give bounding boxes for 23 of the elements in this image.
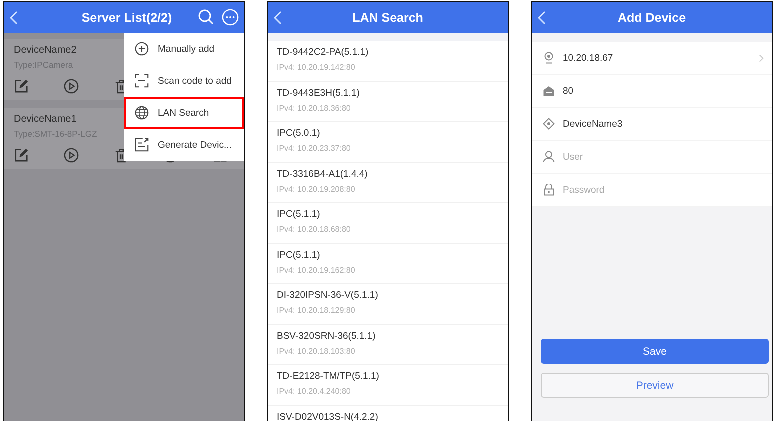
device-model: IPC(5.1.1) [277, 250, 320, 260]
device-model: BSV-320SRN-36(5.1.1) [277, 330, 376, 342]
ip-address: IPv4: 10.20.18.36:80 [277, 104, 351, 112]
device-model: TD-3316B4-A1(1.4.4) [277, 168, 368, 180]
ip-address: IPv4: 10.20.4.240:80 [277, 387, 351, 396]
device-model: IPC(5.1.1) [277, 209, 320, 220]
ip-address: IPv4: 10.20.18.103:80 [277, 346, 356, 356]
device-model: IPC(5.0.1) [277, 128, 320, 139]
device-name: DeviceName1 [14, 114, 77, 125]
ip-address: IPv4: 10.20.23.37:80 [277, 144, 351, 153]
device-model: TD-9443E3H(5.1.1) [277, 88, 360, 98]
device-model: TD-E2128-TM/TP(5.1.1) [277, 371, 380, 382]
screen-title: Server List(2/2) [82, 10, 172, 24]
ip-address: IPv4: 10.20.19.208:80 [277, 184, 356, 194]
device-model: DI-320IPSN-36-V(5.1.1) [277, 290, 378, 301]
screen-title: Add Device [618, 10, 686, 24]
ip-address: IPv4: 10.20.18.68:80 [277, 225, 351, 234]
device-model: TD-9442C2-PA(5.1.1) [277, 47, 369, 58]
ip-address: IPv4: 10.20.18.129:80 [277, 306, 356, 315]
device-name: DeviceName2 [14, 45, 77, 56]
screen-title: LAN Search [352, 10, 424, 24]
ip-address: IPv4: 10.20.19.142:80 [277, 63, 356, 72]
ip-address: IPv4: 10.20.19.162:80 [277, 266, 356, 274]
